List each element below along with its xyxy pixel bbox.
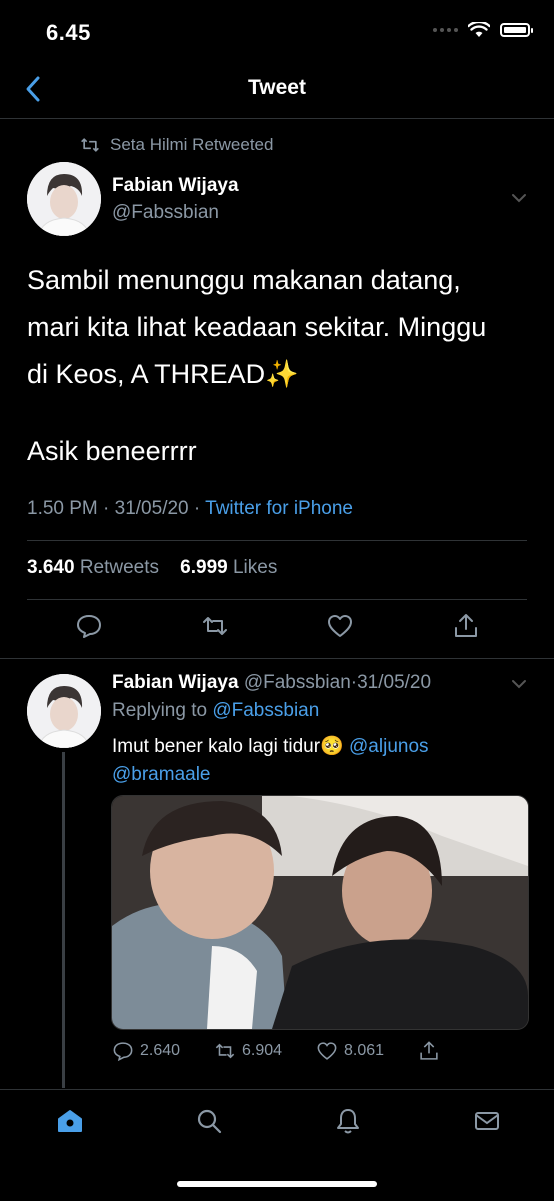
author-handle[interactable]: @Fabssbian (112, 202, 219, 224)
tab-messages[interactable] (473, 1107, 503, 1137)
status-time: 6.45 (46, 20, 91, 45)
retweet-icon (215, 1043, 235, 1059)
tweet-body: Sambil menunggu makanan datang, mari kit… (27, 265, 487, 389)
reply-share-button[interactable] (418, 1040, 520, 1062)
reply-count: 2.640 (140, 1042, 181, 1059)
reply-retweet-button[interactable]: 6.904 (214, 1040, 316, 1062)
heart-icon (328, 615, 352, 637)
reply-text: Imut bener kalo lagi tidur🥺 @aljunos @br… (112, 733, 512, 789)
retweet-icon (81, 138, 99, 152)
meta-divider (27, 540, 527, 541)
mention-link[interactable]: @bramaale (112, 764, 211, 785)
mail-icon (475, 1112, 499, 1130)
retweet-button[interactable] (201, 612, 231, 642)
reply-body: Imut bener kalo lagi tidur (112, 736, 321, 757)
battery-icon (500, 23, 533, 37)
page-title: Tweet (248, 76, 306, 99)
reply-actions: 2.640 6.904 8.061 (112, 1040, 520, 1062)
retweets-stat[interactable]: 3.640 Retweets (27, 557, 159, 578)
tweet-text-2: Asik beneerrrr (27, 436, 197, 466)
replying-to: Replying to @Fabssbian (112, 700, 319, 722)
comment-icon (77, 615, 101, 638)
reply-button[interactable] (75, 612, 105, 642)
tab-home[interactable] (56, 1107, 86, 1137)
tweet-actions (0, 612, 554, 644)
reply-author-name[interactable]: Fabian Wijaya (112, 672, 239, 693)
tab-search[interactable] (195, 1107, 225, 1137)
chevron-down-icon[interactable] (510, 192, 528, 204)
tweet-text: Sambil menunggu makanan datang, mari kit… (27, 257, 532, 398)
reply-header: Fabian Wijaya @Fabssbian·31/05/20 (112, 672, 431, 694)
likes-count: 6.999 (180, 557, 228, 578)
like-button[interactable] (326, 612, 356, 642)
pleading-emoji: 🥺 (320, 736, 344, 757)
stats-divider (27, 599, 527, 600)
retweet-count: 6.904 (242, 1042, 283, 1059)
tweet-source-link[interactable]: Twitter for iPhone (205, 498, 353, 519)
reply-comment-button[interactable]: 2.640 (112, 1040, 214, 1062)
retweet-notice[interactable]: Seta Hilmi Retweeted (80, 135, 273, 155)
thread-line (62, 752, 65, 1088)
bell-icon (337, 1109, 359, 1134)
replying-to-link[interactable]: @Fabssbian (212, 700, 319, 721)
retweet-icon (203, 617, 227, 635)
home-icon (58, 1110, 82, 1132)
retweet-notice-label: Seta Hilmi Retweeted (110, 135, 274, 154)
avatar-image (27, 674, 101, 748)
reply-like-button[interactable]: 8.061 (316, 1040, 418, 1062)
heart-icon (317, 1042, 337, 1060)
tab-notifications[interactable] (334, 1107, 364, 1137)
comment-icon (113, 1042, 133, 1062)
reply-avatar[interactable] (27, 674, 101, 748)
avatar[interactable] (27, 162, 101, 236)
header-divider (0, 118, 554, 119)
tweet-stats: 3.640 Retweets 6.999 Likes (27, 557, 277, 579)
sparkles-emoji: ✨ (265, 359, 299, 389)
tweet-meta: 1.50 PM · 31/05/20 · Twitter for iPhone (27, 498, 353, 520)
tweet-photo[interactable] (111, 795, 529, 1030)
wifi-icon (468, 22, 490, 37)
tweet-time: 1.50 PM · 31/05/20 · (27, 498, 206, 519)
status-icons (433, 22, 533, 38)
likes-label: Likes (232, 557, 278, 578)
author-name[interactable]: Fabian Wijaya (112, 175, 239, 197)
likes-stat[interactable]: 6.999 Likes (180, 557, 277, 578)
share-button[interactable] (452, 612, 482, 642)
retweets-count: 3.640 (27, 557, 75, 578)
share-icon (420, 1041, 438, 1060)
tweet-divider (0, 658, 554, 659)
retweets-label: Retweets (79, 557, 160, 578)
photo-image (112, 796, 528, 1029)
mention-link[interactable]: @aljunos (349, 736, 429, 757)
share-icon (455, 614, 477, 637)
replying-label: Replying to (112, 700, 213, 721)
home-indicator (177, 1181, 377, 1187)
signal-icon (433, 28, 458, 32)
like-count: 8.061 (344, 1042, 385, 1059)
reply-author-handle[interactable]: @Fabssbian (244, 672, 351, 693)
avatar-image (27, 162, 101, 236)
search-icon (197, 1109, 222, 1134)
chevron-down-icon[interactable] (510, 678, 528, 690)
reply-date: ·31/05/20 (350, 672, 432, 693)
